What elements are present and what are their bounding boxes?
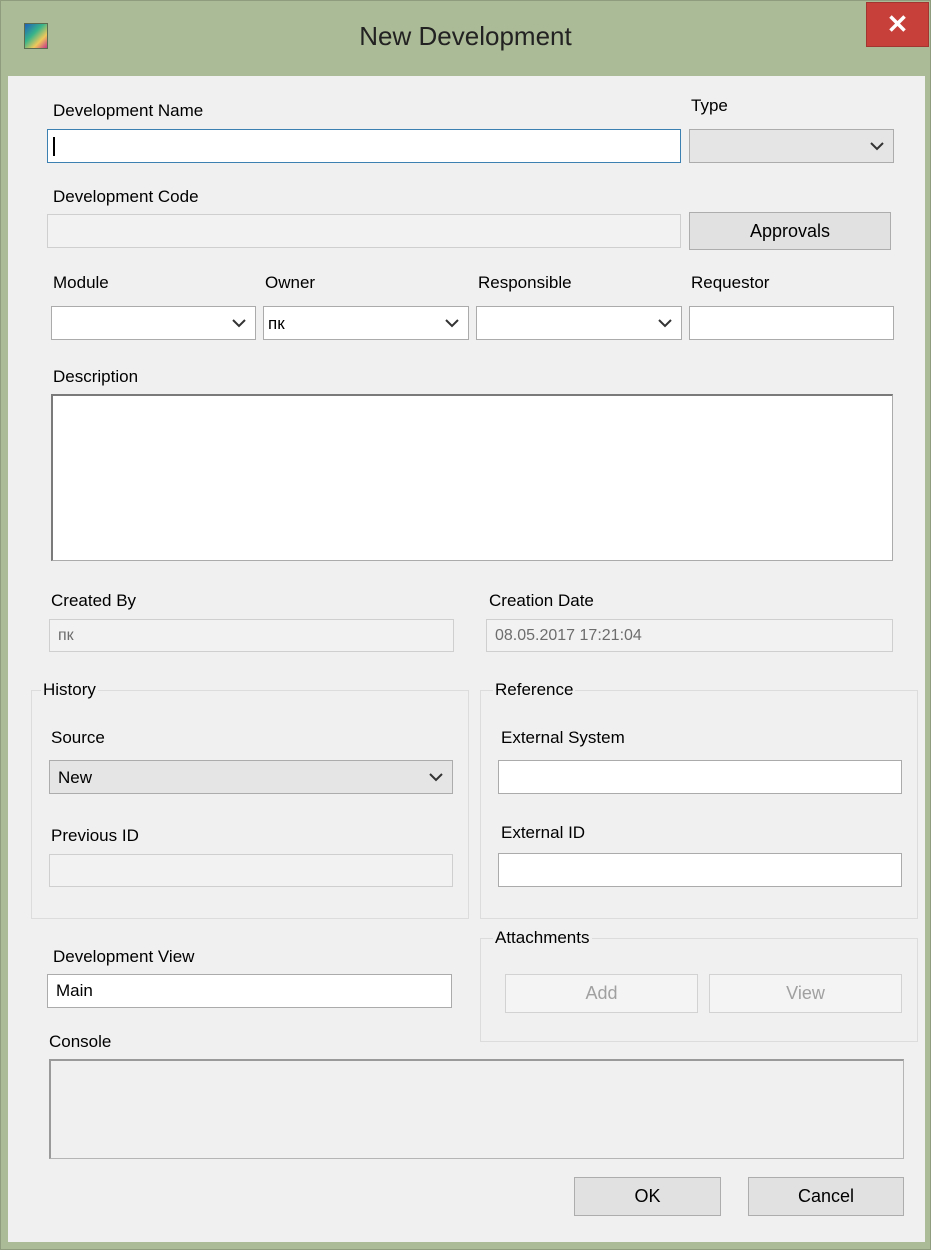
development-view-input[interactable]: Main — [47, 974, 452, 1008]
history-group-label: History — [41, 680, 98, 700]
previous-id-label: Previous ID — [51, 826, 139, 845]
source-label: Source — [51, 728, 105, 747]
external-id-input[interactable] — [498, 853, 902, 887]
cancel-button[interactable]: Cancel — [748, 1177, 904, 1216]
development-name-input[interactable] — [47, 129, 681, 163]
external-id-label: External ID — [501, 823, 586, 842]
owner-label: Owner — [265, 273, 316, 292]
created-by-input: пк — [49, 619, 454, 652]
module-dropdown[interactable] — [51, 306, 256, 340]
owner-dropdown[interactable]: пк — [263, 306, 469, 340]
chevron-down-icon — [429, 773, 443, 782]
previous-id-input — [49, 854, 453, 887]
type-dropdown[interactable] — [689, 129, 894, 163]
text-cursor — [53, 137, 55, 157]
approvals-button[interactable]: Approvals — [689, 212, 891, 250]
chevron-down-icon — [658, 319, 672, 328]
development-code-input — [47, 214, 681, 248]
creation-date-input: 08.05.2017 17:21:04 — [486, 619, 893, 652]
title-bar[interactable]: New Development ✕ — [1, 1, 930, 76]
attachments-group-label: Attachments — [493, 928, 592, 948]
chevron-down-icon — [870, 142, 884, 151]
description-label: Description — [53, 367, 139, 386]
responsible-dropdown[interactable] — [476, 306, 682, 340]
close-button[interactable]: ✕ — [866, 2, 929, 47]
chevron-down-icon — [445, 319, 459, 328]
created-by-label: Created By — [51, 591, 137, 610]
chevron-down-icon — [232, 319, 246, 328]
window-title: New Development — [359, 21, 572, 51]
development-name-label: Development Name — [53, 101, 204, 120]
view-attachments-button[interactable]: View — [709, 974, 902, 1013]
type-label: Type — [691, 96, 728, 115]
close-icon: ✕ — [886, 9, 909, 39]
console-label: Console — [49, 1032, 112, 1051]
requestor-label: Requestor — [691, 273, 770, 292]
development-code-label: Development Code — [53, 187, 199, 206]
console-output — [49, 1059, 904, 1159]
reference-group-label: Reference — [493, 680, 576, 700]
requestor-input[interactable] — [689, 306, 894, 340]
dialog-window: New Development ✕ Development Name Type … — [0, 0, 931, 1250]
add-attachment-button[interactable]: Add — [505, 974, 698, 1013]
source-dropdown[interactable]: New — [49, 760, 453, 794]
dialog-client-area: Development Name Type Development Code A… — [8, 76, 925, 1242]
development-view-label: Development View — [53, 947, 195, 966]
external-system-input[interactable] — [498, 760, 902, 794]
ok-button[interactable]: OK — [574, 1177, 721, 1216]
description-textarea[interactable] — [51, 394, 893, 561]
creation-date-label: Creation Date — [489, 591, 594, 610]
module-label: Module — [53, 273, 109, 292]
external-system-label: External System — [501, 728, 625, 747]
responsible-label: Responsible — [478, 273, 572, 292]
